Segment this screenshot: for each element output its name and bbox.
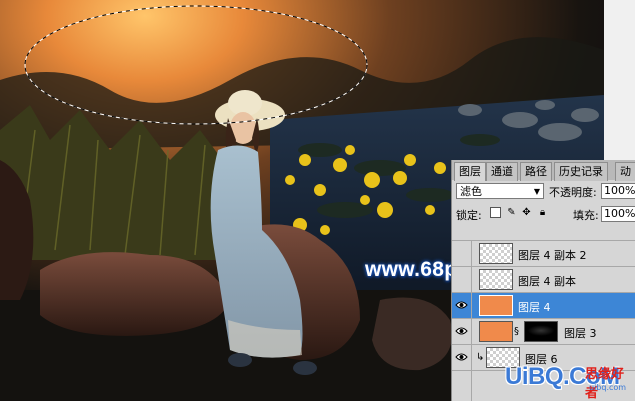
- lock-all-icon[interactable]: 🔒︎: [537, 207, 548, 218]
- tab-layers[interactable]: 图层: [454, 162, 486, 181]
- opacity-label: 不透明度:: [549, 186, 597, 199]
- layer-row[interactable]: 图层 4 副本: [452, 266, 635, 293]
- visibility-toggle[interactable]: [452, 345, 472, 371]
- layer-name: 图层 3: [564, 327, 597, 340]
- lock-label: 锁定:: [456, 209, 482, 222]
- layer-name: 图层 4: [518, 301, 551, 314]
- workspace-background: [604, 0, 635, 160]
- layer-row[interactable]: § 图层 3: [452, 318, 635, 345]
- chevron-down-icon: ▼: [533, 187, 540, 196]
- visibility-toggle[interactable]: [452, 293, 472, 319]
- layer-thumbnail: [479, 269, 513, 290]
- layer-row-selected[interactable]: 图层 4: [452, 292, 635, 319]
- lock-paint-icon[interactable]: ✎: [506, 207, 517, 218]
- eye-icon: [455, 301, 468, 309]
- layer-thumbnail: [479, 243, 513, 264]
- blend-row: 滤色 ▼ 不透明度: 100%: [452, 180, 635, 202]
- chain-link-icon[interactable]: §: [514, 326, 519, 337]
- lock-transparent-icon[interactable]: [490, 207, 501, 218]
- fill-input[interactable]: 100%: [601, 206, 635, 222]
- visibility-toggle[interactable]: [452, 371, 472, 401]
- tab-paths[interactable]: 路径: [520, 162, 552, 181]
- opacity-input[interactable]: 100%: [601, 183, 635, 199]
- tab-actions[interactable]: 动: [615, 162, 635, 181]
- layer-row[interactable]: 图层 4 副本 2: [452, 240, 635, 267]
- visibility-toggle[interactable]: [452, 241, 472, 267]
- eye-icon: [455, 353, 468, 361]
- tab-history[interactable]: 历史记录: [554, 162, 608, 181]
- layer-name: 图层 4 副本 2: [518, 249, 587, 262]
- layer-thumbnail: [479, 321, 513, 342]
- lock-move-icon[interactable]: ✥: [521, 207, 532, 218]
- site-logo-domain: uibq.com: [589, 383, 627, 392]
- eye-icon: [455, 327, 468, 335]
- layer-thumbnail: [479, 295, 513, 316]
- lock-row: 锁定: ✎ ✥ 🔒︎ 填充: 100%: [452, 202, 635, 224]
- layer-name: 图层 4 副本: [518, 275, 576, 288]
- fill-label: 填充:: [573, 209, 599, 222]
- blend-mode-select[interactable]: 滤色 ▼: [456, 183, 544, 199]
- blend-mode-value: 滤色: [460, 185, 482, 198]
- visibility-toggle[interactable]: [452, 319, 472, 345]
- panel-tab-bar: 图层 通道 路径 历史记录 动: [452, 160, 635, 181]
- visibility-toggle[interactable]: [452, 267, 472, 293]
- tab-channels[interactable]: 通道: [486, 162, 518, 181]
- layer-mask-thumbnail[interactable]: [524, 321, 558, 342]
- clipping-mask-icon: ↳: [476, 352, 485, 363]
- site-logo-tagline: 思缘好者: [585, 367, 625, 401]
